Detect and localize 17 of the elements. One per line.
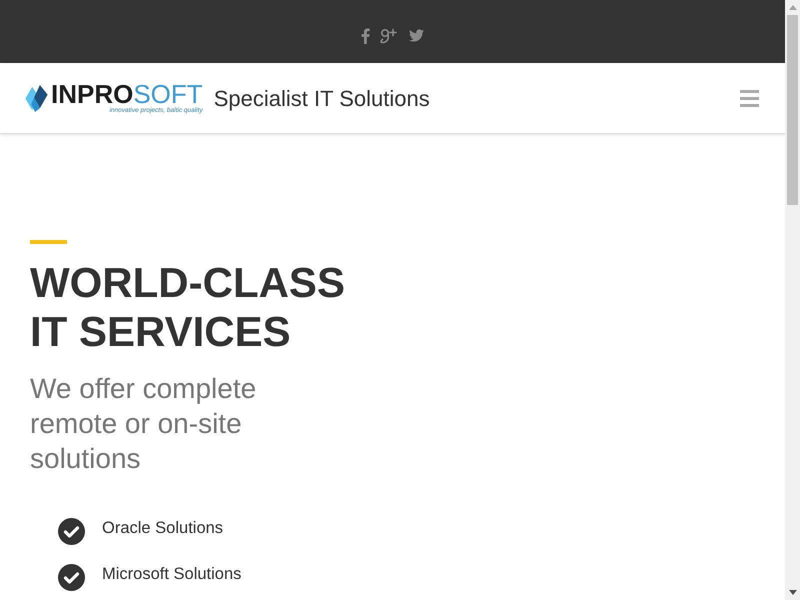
facebook-icon[interactable]	[361, 28, 370, 44]
hero-subheading: We offer complete remote or on-site solutions	[30, 372, 258, 476]
feature-label: Microsoft Solutions	[102, 564, 242, 586]
logo-icon	[25, 84, 49, 112]
twitter-icon[interactable]	[409, 29, 424, 42]
check-circle-icon	[58, 564, 85, 591]
hero-heading: WORLD-CLASS IT SERVICES	[30, 258, 346, 356]
menu-icon	[740, 90, 758, 106]
google-plus-icon[interactable]	[380, 27, 397, 44]
scrollbar-thumb[interactable]	[787, 15, 798, 205]
check-circle-icon	[58, 518, 85, 545]
scroll-down-arrow-icon[interactable]	[788, 590, 796, 595]
site-title: Specialist IT Solutions	[214, 85, 430, 113]
feature-label: Oracle Solutions	[102, 518, 224, 540]
logo-wordmark: INPROSOFT	[51, 82, 203, 106]
accent-bar	[30, 240, 67, 244]
scroll-up-arrow-icon[interactable]	[788, 5, 796, 10]
